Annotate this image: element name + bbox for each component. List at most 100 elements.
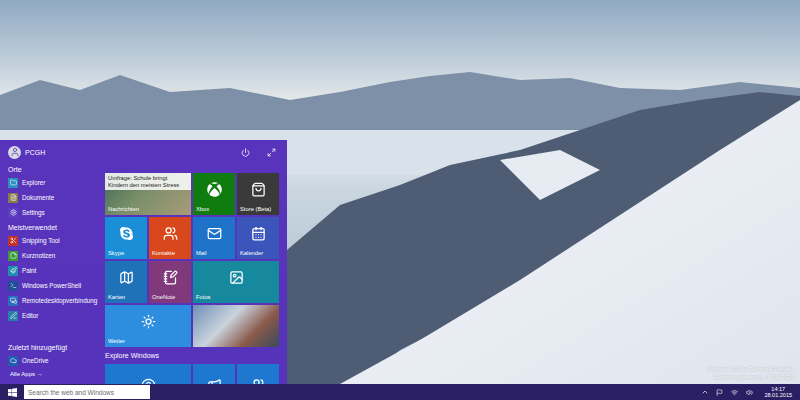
section-title: Orte [8, 164, 101, 175]
app-tile[interactable]: Xbox [193, 173, 235, 215]
start-menu: PCGH Orte Explorer Dokumente Settings Meistve… [0, 140, 287, 384]
tile-grid: Umfrage: Schule bringt Kindern den meist… [105, 173, 279, 347]
menu-item-label: Windows PowerShell [22, 282, 81, 289]
chevron-up-icon[interactable] [700, 388, 709, 397]
remote-desktop-icon [8, 296, 18, 306]
app-tile[interactable]: Mail [193, 217, 235, 259]
explore-tile[interactable] [105, 364, 191, 384]
menu-item[interactable]: Editor [8, 308, 101, 323]
tile-label: Store (Beta) [237, 206, 274, 215]
menu-item[interactable]: Settings [8, 205, 101, 220]
search-field[interactable] [24, 385, 150, 399]
menu-item[interactable]: Snipping Tool [8, 233, 101, 248]
explore-tile-grid [105, 364, 279, 384]
power-icon[interactable] [237, 145, 253, 159]
document-icon [8, 193, 18, 203]
photo-tile[interactable]: Umfrage: Schule bringt Kindern den meist… [105, 173, 191, 215]
mail-icon [207, 217, 222, 250]
desktop: Windows 10 Pro Technical PreviewEvaluier… [0, 0, 800, 384]
contacts-icon [163, 217, 178, 250]
user-avatar-icon[interactable] [8, 146, 21, 159]
menu-item-label: OneDrive [22, 357, 49, 364]
menu-item[interactable]: Remotedesktopverbindung [8, 293, 101, 308]
scissors-icon [8, 236, 18, 246]
megaphone-icon [207, 364, 222, 384]
section-title: Zuletzt hinzugefügt [8, 342, 101, 353]
app-tile[interactable]: Karten [105, 261, 147, 303]
screen: Windows 10 Pro Technical PreviewEvaluier… [0, 0, 800, 400]
section-title: Meistverwendet [8, 222, 101, 233]
sun-icon [141, 305, 156, 338]
tile-label: Kontakte [149, 250, 178, 259]
menu-section: Zuletzt hinzugefügt OneDrive Alle Apps → [8, 342, 101, 380]
folder-icon [8, 178, 18, 188]
menu-item[interactable]: Windows PowerShell [8, 278, 101, 293]
menu-item[interactable]: Dokumente [8, 190, 101, 205]
photo-icon [229, 261, 244, 294]
menu-section: Meistverwendet Snipping Tool Kurznotizen Pa… [8, 222, 101, 323]
skype-icon [119, 217, 134, 250]
gear-icon [8, 208, 18, 218]
app-tile[interactable]: Fotos [193, 261, 279, 303]
people-icon [251, 364, 266, 384]
menu-item-label: Editor [22, 312, 38, 319]
menu-item-label: Snipping Tool [22, 237, 60, 244]
volume-icon[interactable] [745, 388, 754, 397]
clock[interactable]: 14:1728.01.2015 [764, 386, 792, 398]
app-tile[interactable]: OneNote [149, 261, 191, 303]
tile-label: Fotos [193, 294, 214, 303]
app-tile[interactable]: Store (Beta) [237, 173, 279, 215]
menu-item-label: Settings [22, 209, 45, 216]
terminal-icon [8, 281, 18, 291]
help-icon [141, 364, 156, 384]
windows-logo-icon [8, 388, 17, 397]
tile-label: Karten [105, 294, 128, 303]
menu-item-label: Paint [22, 267, 36, 274]
app-tile[interactable]: Kontakte [149, 217, 191, 259]
notebook-icon [163, 261, 178, 294]
clock-time: 14:17 [771, 386, 785, 392]
tile-label: Wetter [105, 338, 128, 347]
start-menu-header: PCGH [0, 140, 287, 162]
start-button[interactable] [0, 384, 24, 400]
cloud-icon [8, 356, 18, 366]
xbox-icon [207, 173, 222, 206]
app-tile[interactable]: Skype [105, 217, 147, 259]
menu-item-label: Explorer [22, 179, 45, 186]
app-tile[interactable]: Kalender [237, 217, 279, 259]
start-menu-list: Orte Explorer Dokumente Settings Meistverwen… [0, 162, 105, 384]
start-menu-body: Orte Explorer Dokumente Settings Meistverwen… [0, 162, 287, 384]
tile-area: Umfrage: Schule bringt Kindern den meist… [105, 162, 279, 384]
menu-item-label: Remotedesktopverbindung [22, 297, 97, 304]
explore-tile[interactable] [237, 364, 279, 384]
map-icon [119, 261, 134, 294]
menu-item[interactable]: Kurznotizen [8, 248, 101, 263]
user-name[interactable]: PCGH [25, 149, 227, 156]
menu-item[interactable]: Paint [8, 263, 101, 278]
tile-label: Skype [105, 250, 127, 259]
app-tile[interactable]: Wetter [105, 305, 191, 347]
tile-label: Kalender [237, 250, 266, 259]
tile-group-title: Explore Windows [105, 352, 279, 361]
clock-date: 28.01.2015 [764, 392, 792, 398]
menu-item-label: Kurznotizen [22, 252, 55, 259]
tile-label: OneNote [149, 294, 178, 303]
tile-label: Xbox [193, 206, 212, 215]
pen-icon [8, 311, 18, 321]
taskbar: 14:1728.01.2015 [0, 384, 800, 400]
system-tray: 14:1728.01.2015 [700, 386, 800, 398]
menu-item[interactable]: OneDrive [8, 353, 101, 368]
tile-label: Nachrichten [105, 206, 142, 215]
tile-headline: Umfrage: Schule bringt Kindern den meist… [105, 173, 191, 190]
calendar-icon [251, 217, 266, 250]
explore-tile[interactable] [193, 364, 235, 384]
flag-icon[interactable] [715, 388, 724, 397]
menu-item[interactable]: Explorer [8, 175, 101, 190]
expand-icon[interactable] [263, 145, 279, 159]
paintbrush-icon [8, 266, 18, 276]
all-apps-link[interactable]: Alle Apps → [8, 368, 101, 380]
watermark-line: Windows 10 Pro Technical Preview [707, 365, 794, 373]
menu-section: Orte Explorer Dokumente Settings [8, 164, 101, 220]
photo-tile[interactable] [193, 305, 279, 347]
network-icon[interactable] [730, 388, 739, 397]
